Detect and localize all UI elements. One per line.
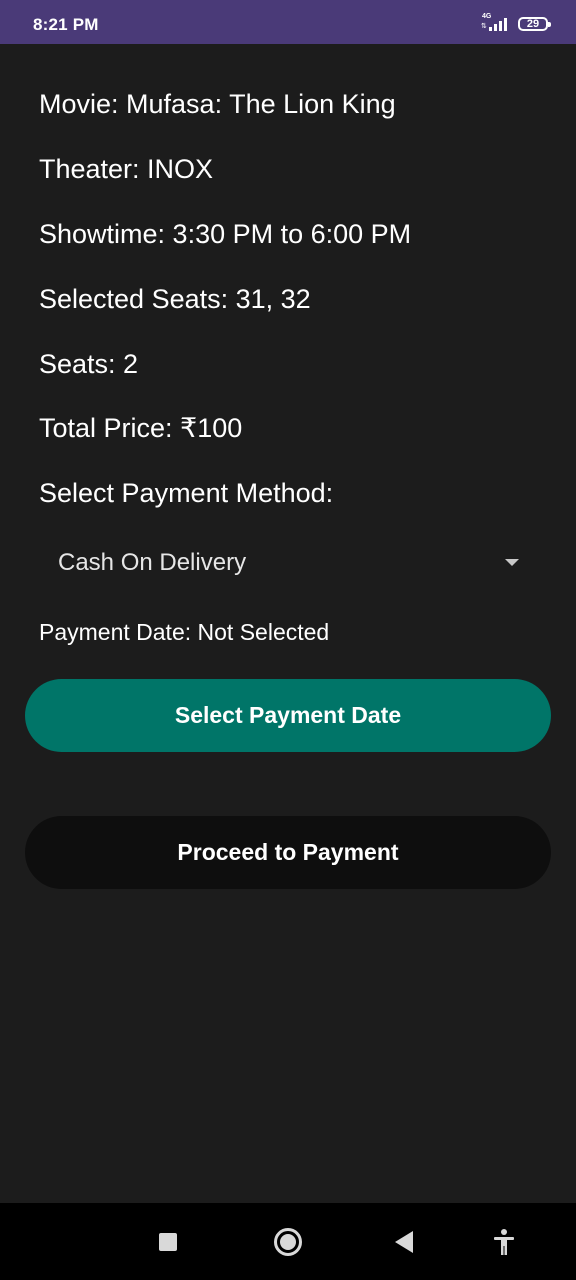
dropdown-arrow-icon — [505, 559, 519, 566]
back-triangle-icon[interactable] — [395, 1231, 413, 1253]
signal-bars-icon — [489, 18, 507, 31]
status-icons: 4G ⇅ 29 — [478, 13, 551, 34]
select-payment-date-button[interactable]: Select Payment Date — [25, 679, 551, 752]
status-time: 8:21 PM — [33, 15, 99, 34]
selected-seats-text: Selected Seats: 31, 32 — [39, 284, 311, 314]
total-price-text: Total Price: ₹100 — [39, 413, 243, 443]
payment-method-dropdown[interactable]: Cash On Delivery — [39, 538, 539, 588]
seat-count-text: Seats: 2 — [39, 349, 139, 379]
battery-icon: 29 — [518, 17, 551, 31]
status-bar: 8:21 PM 4G ⇅ 29 — [0, 0, 576, 44]
showtime-text: Showtime: 3:30 PM to 6:00 PM — [39, 219, 412, 249]
home-circle-icon[interactable] — [274, 1228, 302, 1256]
proceed-to-payment-button[interactable]: Proceed to Payment — [25, 816, 551, 889]
battery-level: 29 — [526, 18, 540, 30]
recents-square-icon[interactable] — [159, 1233, 177, 1251]
accessibility-icon[interactable] — [492, 1228, 516, 1256]
theater-text: Theater: INOX — [39, 154, 214, 184]
cellular-signal-icon: 4G ⇅ — [478, 13, 510, 34]
navigation-bar — [0, 1203, 576, 1280]
payment-date-text: Payment Date: Not Selected — [39, 619, 330, 645]
payment-method-label: Select Payment Method: — [39, 478, 334, 508]
payment-screen: 8:21 PM 4G ⇅ 29 Movie: Mufasa: The Lion … — [0, 0, 576, 1280]
data-arrows-icon: ⇅ — [481, 23, 487, 30]
payment-method-value: Cash On Delivery — [58, 549, 247, 576]
movie-text: Movie: Mufasa: The Lion King — [39, 89, 396, 119]
